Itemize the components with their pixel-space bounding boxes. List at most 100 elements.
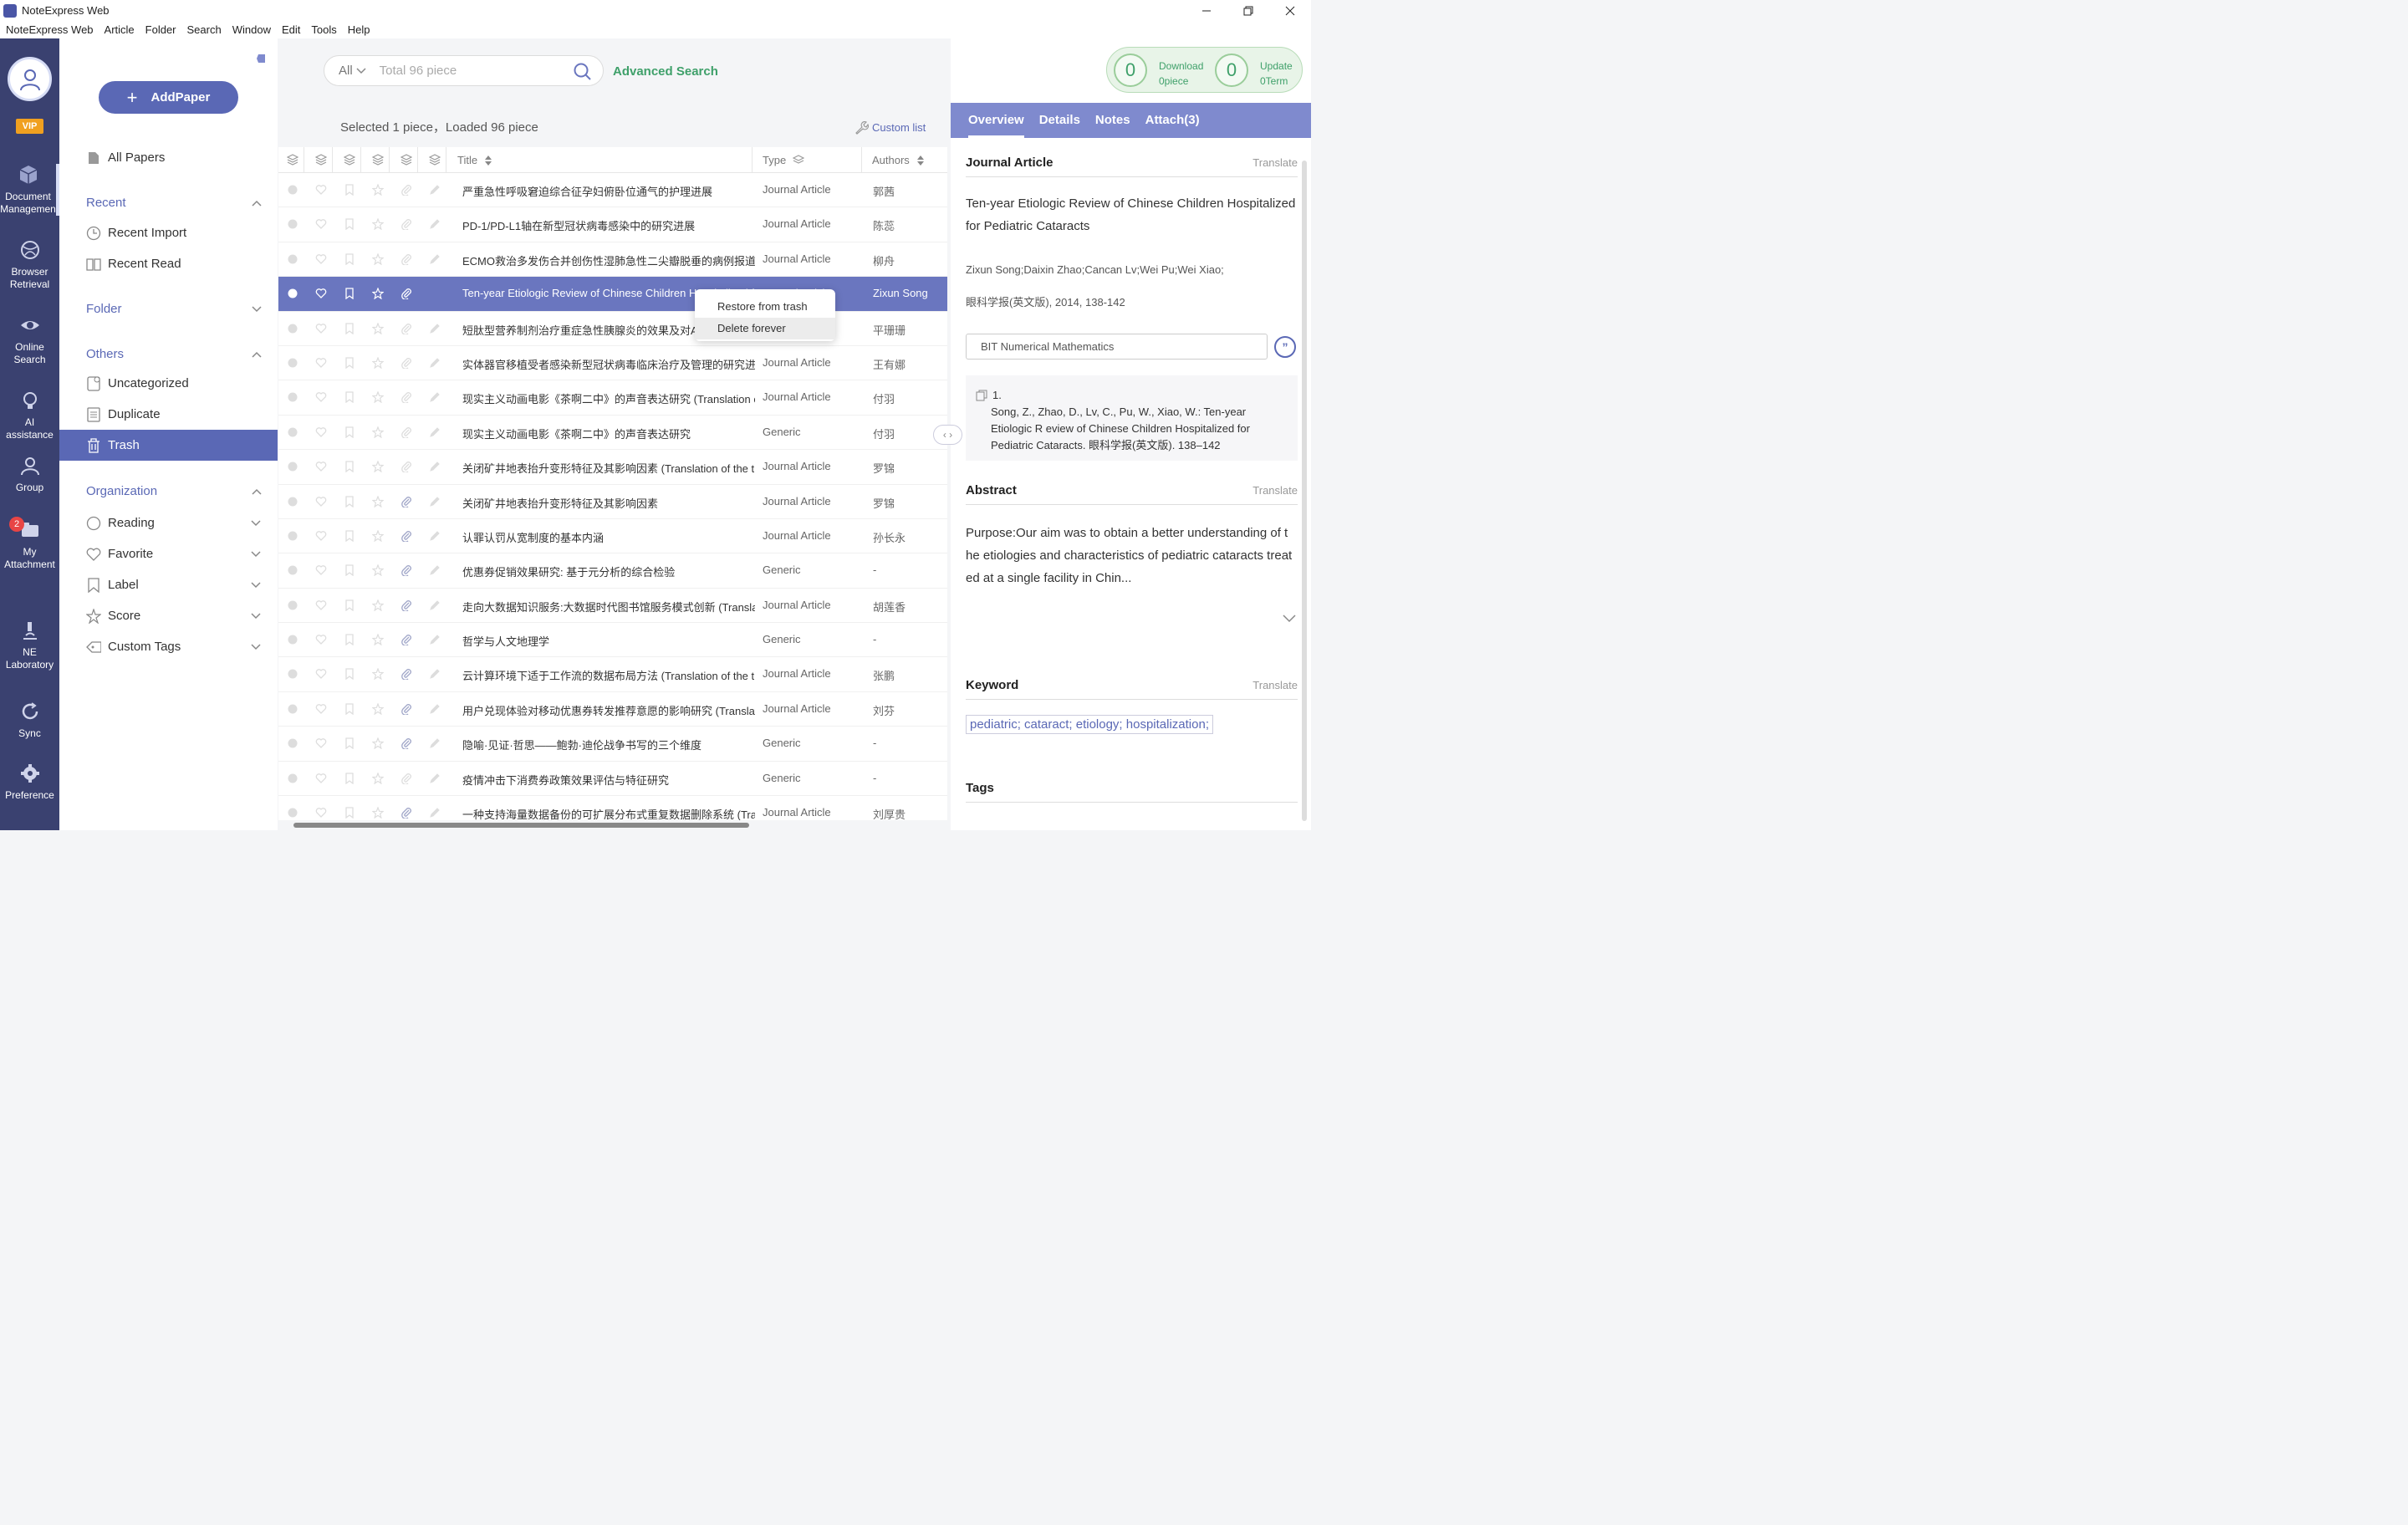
status-dot-icon[interactable] <box>287 773 298 784</box>
nav-ne-laboratory[interactable]: NE Laboratory <box>0 620 59 671</box>
nav-preference[interactable]: Preference <box>0 762 59 802</box>
heart-icon[interactable] <box>315 703 327 715</box>
edit-icon[interactable] <box>429 496 441 507</box>
delete-forever-menu-item[interactable]: Delete forever <box>695 318 835 339</box>
heart-icon[interactable] <box>315 773 327 784</box>
sidebar-item-trash[interactable]: Trash <box>59 430 278 461</box>
status-dot-icon[interactable] <box>287 184 298 196</box>
star-icon[interactable] <box>372 668 384 681</box>
column-header-authors[interactable]: Authors <box>872 154 925 166</box>
edit-icon[interactable] <box>429 773 441 784</box>
sidebar-item-duplicate[interactable]: Duplicate <box>59 399 278 430</box>
menu-article[interactable]: Article <box>105 23 135 36</box>
tab-notes[interactable]: Notes <box>1095 103 1130 138</box>
status-dot-icon[interactable] <box>287 703 298 715</box>
bookmark-icon[interactable] <box>344 772 355 784</box>
column-header-title[interactable]: Title <box>457 154 492 166</box>
edit-icon[interactable] <box>429 461 441 472</box>
download-label[interactable]: Download 0piece <box>1159 59 1203 89</box>
status-dot-icon[interactable] <box>287 599 298 611</box>
table-row[interactable]: 用户兑现体验对移动优惠券转发推荐意愿的影响研究 (Translation of … <box>278 692 947 727</box>
star-icon[interactable] <box>372 599 384 611</box>
menu-folder[interactable]: Folder <box>145 23 176 36</box>
status-dot-icon[interactable] <box>287 253 298 265</box>
table-row[interactable]: PD-1/PD-L1轴在新型冠状病毒感染中的研究进展 Journal Articl… <box>278 207 947 242</box>
bookmark-icon[interactable] <box>344 530 355 542</box>
section-recent[interactable]: Recent <box>86 196 262 210</box>
menu-edit[interactable]: Edit <box>282 23 300 36</box>
section-organization[interactable]: Organization <box>86 484 262 498</box>
bookmark-icon[interactable] <box>344 253 355 265</box>
attachment-icon[interactable] <box>400 288 412 300</box>
heart-icon[interactable] <box>315 461 327 472</box>
nav-sync[interactable]: Sync <box>0 701 59 740</box>
attachment-icon[interactable] <box>400 461 412 473</box>
status-dot-icon[interactable] <box>287 357 298 369</box>
custom-list-button[interactable]: Custom list <box>854 120 926 135</box>
heart-icon[interactable] <box>315 668 327 680</box>
status-dot-icon[interactable] <box>287 530 298 542</box>
attachment-icon[interactable] <box>400 357 412 369</box>
panel-splitter-toggle[interactable]: ‹ › <box>933 425 962 445</box>
pin-button[interactable] <box>250 52 268 65</box>
bookmark-icon[interactable] <box>344 668 355 681</box>
status-dot-icon[interactable] <box>287 634 298 645</box>
menu-search[interactable]: Search <box>187 23 222 36</box>
keyword-list[interactable]: pediatric; cataract; etiology; hospitali… <box>966 715 1213 734</box>
heart-icon[interactable] <box>315 737 327 749</box>
table-row[interactable]: 实体器官移植受者感染新型冠状病毒临床治疗及管理的研究进展 Journal Arti… <box>278 346 947 381</box>
column-header-type[interactable]: Type <box>763 154 805 166</box>
bookmark-icon[interactable] <box>344 634 355 646</box>
table-row[interactable]: 现实主义动画电影《茶啊二中》的声音表达研究 (Translation of th… <box>278 380 947 416</box>
tab-details[interactable]: Details <box>1039 103 1080 138</box>
bookmark-icon[interactable] <box>344 703 355 715</box>
menu-tools[interactable]: Tools <box>311 23 336 36</box>
attachment-icon[interactable] <box>400 323 412 334</box>
avatar[interactable] <box>8 57 52 101</box>
star-icon[interactable] <box>372 495 384 507</box>
attachment-icon[interactable] <box>400 634 412 646</box>
heart-icon[interactable] <box>315 599 327 611</box>
star-icon[interactable] <box>372 252 384 265</box>
status-dot-icon[interactable] <box>287 218 298 230</box>
heart-icon[interactable] <box>315 323 327 334</box>
status-dot-icon[interactable] <box>287 391 298 403</box>
heart-icon[interactable] <box>315 634 327 645</box>
edit-icon[interactable] <box>429 703 441 715</box>
menu-help[interactable]: Help <box>348 23 370 36</box>
sidebar-item-all-papers[interactable]: All Papers <box>59 142 278 173</box>
heart-icon[interactable] <box>315 288 327 299</box>
close-button[interactable] <box>1269 0 1311 21</box>
edit-icon[interactable] <box>429 807 441 819</box>
table-row[interactable]: 短肽型营养制剂治疗重症急性胰腺炎的效果及对APACHE II评分的影响Journ… <box>278 312 947 346</box>
star-icon[interactable] <box>372 772 384 784</box>
attachment-icon[interactable] <box>400 253 412 265</box>
bookmark-icon[interactable] <box>344 564 355 577</box>
status-dot-icon[interactable] <box>287 668 298 680</box>
attachment-icon[interactable] <box>400 668 412 681</box>
star-icon[interactable] <box>372 218 384 231</box>
table-row[interactable]: 哲学与人文地理学 Generic - <box>278 623 947 658</box>
nav-document-management[interactable]: Document Managemen <box>0 164 59 216</box>
heart-icon[interactable] <box>315 218 327 230</box>
table-row[interactable]: 严重急性呼吸窘迫综合征孕妇俯卧位通气的护理进展 Journal Article 郭茜 <box>278 173 947 208</box>
status-dot-icon[interactable] <box>287 288 298 299</box>
section-folder[interactable]: Folder <box>86 302 262 316</box>
sidebar-item-score[interactable]: Score <box>59 600 278 631</box>
star-icon[interactable] <box>372 807 384 819</box>
edit-icon[interactable] <box>429 426 441 438</box>
attachment-icon[interactable] <box>400 184 412 196</box>
attachment-icon[interactable] <box>400 737 412 750</box>
table-row[interactable]: 隐喻·见证·哲思——鲍勃·迪伦战争书写的三个维度 Generic - <box>278 727 947 762</box>
scrollbar-thumb[interactable] <box>293 823 749 828</box>
edit-icon[interactable] <box>429 634 441 645</box>
edit-icon[interactable] <box>429 737 441 749</box>
star-icon[interactable] <box>372 356 384 369</box>
search-button[interactable] <box>574 63 592 81</box>
status-dot-icon[interactable] <box>287 496 298 507</box>
star-icon[interactable] <box>372 634 384 646</box>
edit-icon[interactable] <box>429 184 441 196</box>
attachment-icon[interactable] <box>400 496 412 507</box>
star-icon[interactable] <box>372 322 384 334</box>
edit-icon[interactable] <box>429 323 441 334</box>
